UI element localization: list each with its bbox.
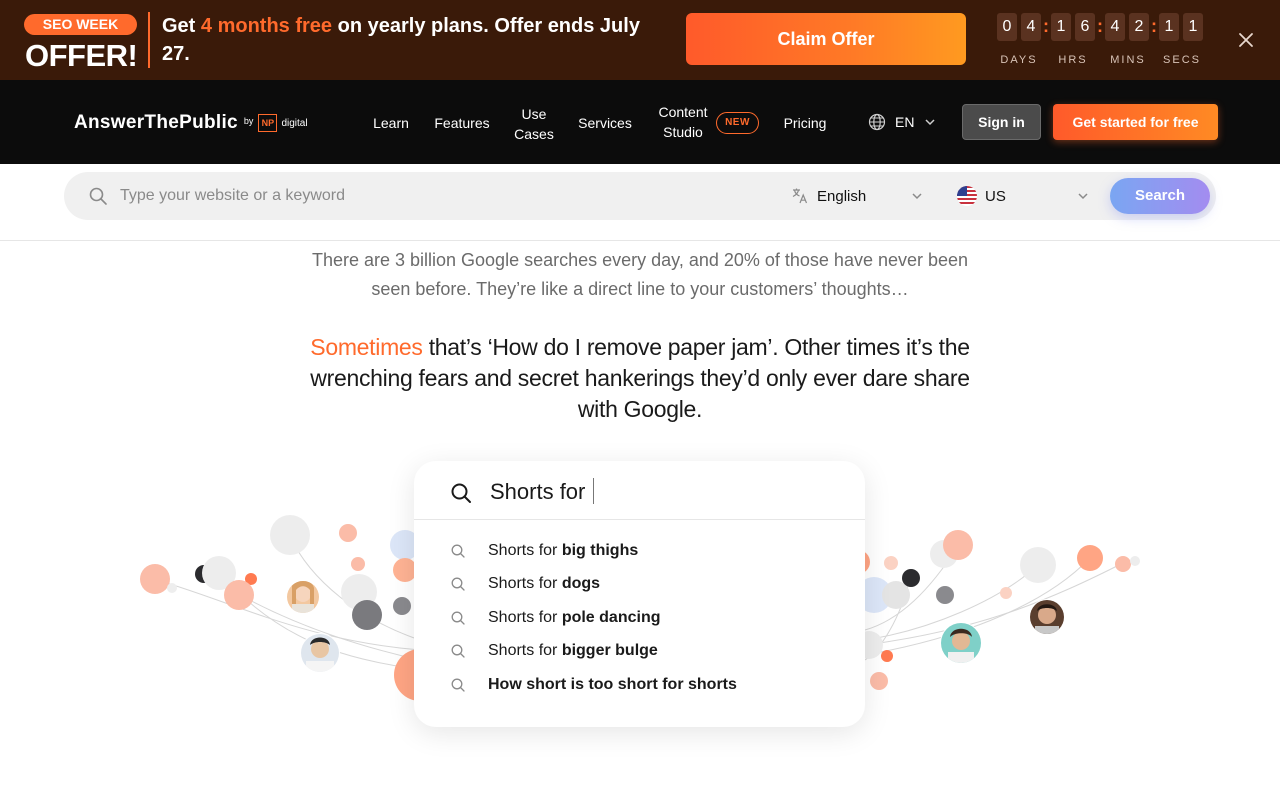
search-language-label: English <box>817 187 867 205</box>
headline-highlight: Sometimes <box>310 334 423 360</box>
countdown-digit: 1 <box>1051 13 1071 41</box>
suggestion-item[interactable]: Shorts for big thighs <box>450 539 638 563</box>
autocomplete-divider <box>414 519 865 520</box>
new-badge: NEW <box>716 112 759 134</box>
suggestion-bold: big thighs <box>561 542 639 559</box>
get-started-button[interactable]: Get started for free <box>1053 104 1218 140</box>
us-flag-icon <box>957 186 977 206</box>
search-country-select[interactable]: US <box>957 184 1097 208</box>
suggestion-bold: How short is too short for shorts <box>488 676 737 693</box>
keyword-search-input[interactable] <box>120 184 760 208</box>
countdown-digit: 6 <box>1075 13 1095 41</box>
countdown-digit: 0 <box>997 13 1017 41</box>
chevron-down-icon <box>1078 193 1088 200</box>
chevron-down-icon <box>912 193 922 200</box>
search-icon <box>451 483 471 503</box>
logo-digital: digital <box>281 117 308 129</box>
search-bar: English US Search <box>64 172 1216 220</box>
close-icon[interactable] <box>1234 28 1258 52</box>
search-icon <box>451 611 465 625</box>
countdown-label-mins: MINS <box>1110 54 1146 66</box>
globe-icon <box>868 113 886 131</box>
countdown-digit: 4 <box>1021 13 1041 41</box>
countdown-separator: : <box>1097 16 1103 36</box>
search-icon <box>451 577 465 591</box>
autocomplete-query-text: Shorts for <box>490 479 586 504</box>
autocomplete-query[interactable]: Shorts for <box>490 478 595 506</box>
promo-banner: SEO WEEK OFFER! Get 4 months free on yea… <box>0 0 1280 80</box>
countdown-digit: 1 <box>1183 13 1203 41</box>
suggestion-text: Shorts for big thighs <box>488 542 638 560</box>
search-section: English US Search <box>0 164 1280 241</box>
language-label: EN <box>895 114 915 130</box>
nav-item-use-cases[interactable]: Use Cases <box>508 104 560 144</box>
translate-icon <box>792 188 808 204</box>
intro-text: There are 3 billion Google searches ever… <box>311 250 969 299</box>
promo-divider <box>148 12 150 68</box>
promo-text-highlight: 4 months free <box>200 15 333 37</box>
suggestion-item[interactable]: Shorts for bigger bulge <box>450 639 658 663</box>
headline: Sometimes that’s ‘How do I remove paper … <box>300 332 980 425</box>
nav-item-services[interactable]: Services <box>572 113 638 133</box>
countdown-label-secs: SECS <box>1163 54 1201 66</box>
nav-item-learn[interactable]: Learn <box>366 113 416 133</box>
countdown-digit: 1 <box>1159 13 1179 41</box>
suggestion-item[interactable]: Shorts for dogs <box>450 572 600 596</box>
nav-item-pricing[interactable]: Pricing <box>776 113 834 133</box>
logo[interactable]: AnswerThePublic by NP digital <box>74 112 308 134</box>
countdown-label-hrs: HRS <box>1058 54 1088 66</box>
suggestion-prefix: Shorts for <box>488 609 562 626</box>
search-country-label: US <box>985 187 1006 205</box>
claim-offer-button[interactable]: Claim Offer <box>686 13 966 65</box>
search-language-select[interactable]: English <box>791 184 931 208</box>
language-selector[interactable]: EN <box>868 112 936 132</box>
search-icon <box>451 544 465 558</box>
search-icon <box>89 187 107 205</box>
sign-in-button[interactable]: Sign in <box>962 104 1041 140</box>
suggestion-prefix: Shorts for <box>488 575 562 592</box>
countdown-digit: 4 <box>1105 13 1125 41</box>
search-button[interactable]: Search <box>1110 178 1210 214</box>
countdown-separator: : <box>1043 16 1049 36</box>
suggestion-item[interactable]: Shorts for pole dancing <box>450 606 660 630</box>
countdown-label-days: DAYS <box>1000 54 1038 66</box>
offer-title: OFFER! <box>25 38 138 73</box>
suggestion-bold: bigger bulge <box>561 642 658 659</box>
suggestion-text: Shorts for dogs <box>488 575 600 593</box>
nav-item-features[interactable]: Features <box>428 113 496 133</box>
suggestion-bold: pole dancing <box>561 609 661 626</box>
promo-text-prefix: Get <box>162 15 201 37</box>
suggestion-bold: dogs <box>561 575 601 592</box>
seo-week-badge: SEO WEEK <box>24 14 137 35</box>
countdown-separator: : <box>1151 16 1157 36</box>
suggestion-prefix: Shorts for <box>488 542 562 559</box>
np-logo-mark: NP <box>258 114 278 132</box>
countdown-digit: 2 <box>1129 13 1149 41</box>
suggestion-prefix: Shorts for <box>488 642 562 659</box>
suggestion-item[interactable]: How short is too short for shorts <box>450 673 737 697</box>
text-caret <box>593 478 595 504</box>
chevron-down-icon <box>925 119 935 126</box>
suggestion-text: Shorts for bigger bulge <box>488 642 658 660</box>
logo-by: by <box>243 116 254 126</box>
nav-item-content-studio[interactable]: Content Studio <box>652 102 714 142</box>
promo-text: Get 4 months free on yearly plans. Offer… <box>162 12 662 68</box>
autocomplete-card: Shorts for Shorts for big thighs Shorts … <box>414 461 865 727</box>
suggestion-text: How short is too short for shorts <box>488 676 737 694</box>
search-icon <box>451 678 465 692</box>
logo-text: AnswerThePublic <box>74 112 238 133</box>
suggestion-text: Shorts for pole dancing <box>488 609 660 627</box>
countdown-timer: 0 4 : 1 6 : 4 2 : 1 1 DAYS HRS MINS SECS <box>997 13 1207 71</box>
search-icon <box>451 644 465 658</box>
